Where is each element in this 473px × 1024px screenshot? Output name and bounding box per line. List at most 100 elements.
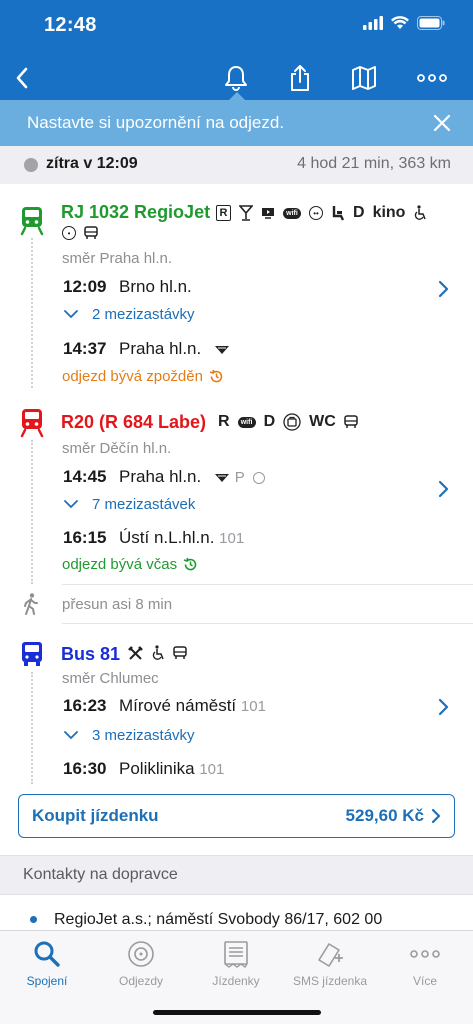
amenities (128, 645, 187, 661)
more-icon (410, 950, 440, 958)
signal-icon (363, 16, 383, 30)
history-icon (183, 557, 197, 571)
tab-label: Více (412, 974, 437, 988)
home-indicator (153, 1010, 321, 1015)
chevron-right-icon[interactable] (437, 698, 449, 716)
luggage-icon (283, 413, 301, 431)
direction: směr Chlumec (62, 670, 159, 687)
arrival-station: Poliklinika (119, 759, 195, 778)
departure-time: 12:09 (63, 277, 107, 296)
tab-spojeni[interactable]: Spojení (0, 931, 94, 1001)
power-icon (253, 471, 266, 484)
tab-sms-jizdenka[interactable]: SMS jízdenka (283, 931, 377, 1001)
contacts-header: Kontakty na dopravce (0, 855, 473, 895)
departures-icon (128, 941, 154, 967)
trip-start: zítra v 12:09 (46, 155, 138, 172)
leg-title: Bus 81 (61, 644, 121, 664)
map-button[interactable] (348, 62, 380, 94)
history-icon (209, 369, 223, 383)
departure-stop: 14:45 Praha hl.n. P (63, 467, 266, 487)
arrival-platform: 101 (199, 761, 225, 778)
direction: směr Děčín hl.n. (62, 440, 172, 457)
amenities: R wifi D WC (218, 413, 358, 431)
leg-r20[interactable]: R20 (R 684 Labe) R wifi D WC směr Děčín … (0, 398, 473, 584)
walking-icon (24, 593, 38, 615)
back-button[interactable] (6, 62, 38, 94)
ticket-price: 529,60 Kč (345, 806, 424, 825)
buy-label: Koupit jízdenku (32, 806, 159, 825)
train-icon (20, 409, 44, 438)
close-icon[interactable] (431, 112, 453, 134)
map-icon (352, 66, 376, 90)
tools-icon (128, 645, 143, 660)
status-icons (363, 16, 445, 30)
wheelchair-seat-icon (332, 206, 345, 221)
wifi-icon: wifi (237, 416, 256, 428)
more-button[interactable] (416, 62, 448, 94)
arrival-time: 16:15 (63, 528, 107, 547)
route-line (31, 672, 33, 784)
contacts-title: Kontakty na dopravce (23, 866, 178, 883)
sms-ticket-icon (318, 943, 343, 967)
delay-info: odjezd bývá zpožděn (62, 368, 224, 385)
snack-icon: •• (309, 206, 323, 220)
intermediate-count: 7 mezizastávek (92, 496, 196, 513)
tab-odjezdy[interactable]: Odjezdy (94, 931, 188, 1001)
wheelchair-icon (152, 645, 164, 660)
video-icon (262, 208, 274, 219)
arrival-time: 14:37 (63, 339, 107, 358)
battery-icon (417, 16, 445, 30)
bell-icon (225, 66, 247, 91)
route-line (31, 440, 33, 584)
departure-platform: 101 (240, 698, 266, 715)
back-chevron-icon (16, 67, 28, 89)
delay-text: odjezd bývá včas (62, 556, 178, 573)
tab-jizdenky[interactable]: Jízdenky (189, 931, 283, 1001)
status-time: 12:48 (44, 14, 97, 36)
arrival-stop: 14:37 Praha hl.n. (63, 339, 230, 359)
more-icon (417, 74, 447, 82)
status-dot (24, 158, 38, 172)
chevron-down-icon (64, 500, 78, 509)
tab-vice[interactable]: Více (378, 931, 472, 1001)
notification-button[interactable] (220, 62, 252, 94)
walk-transfer: přesun asi 8 min (0, 585, 473, 623)
share-button[interactable] (284, 62, 316, 94)
intermediate-stops-toggle[interactable]: 2 mezizastávky (64, 306, 195, 323)
share-icon (291, 65, 309, 91)
intermediate-count: 3 mezizastávky (92, 727, 195, 744)
arrival-platform: 101 (219, 530, 245, 547)
chevron-down-icon (64, 310, 78, 319)
bus-connection-icon (173, 646, 187, 659)
notification-banner[interactable]: Nastavte si upozornění na odjezd. (0, 100, 473, 146)
leg-bus[interactable]: Bus 81 směr Chlumec 16:23 Mírové náměstí … (0, 624, 473, 784)
bus-connection-icon (84, 226, 98, 239)
bullet (30, 916, 37, 923)
chevron-right-icon[interactable] (437, 280, 449, 298)
leg-title: R20 (R 684 Labe) (61, 412, 207, 432)
chevron-right-icon[interactable] (437, 480, 449, 498)
trip-summary: zítra v 12:09 4 hod 21 min, 363 km (0, 146, 473, 184)
departure-stop: 16:23 Mírové náměstí 101 (63, 696, 266, 716)
nav-bar (0, 56, 473, 101)
departure-time: 16:23 (63, 696, 107, 715)
contact-text: RegioJet a.s.; náměstí Svobody 86/17, 60… (54, 911, 383, 928)
d-badge: D (263, 413, 276, 430)
trip-duration: 4 hod 21 min, 363 km (297, 155, 451, 172)
buy-ticket-button[interactable]: Koupit jízdenku 529,60 Kč (18, 794, 455, 838)
chevron-right-icon (431, 808, 441, 824)
delay-info: odjezd bývá včas (62, 556, 198, 573)
leg-regiojet[interactable]: RJ 1032 RegioJet R wifi •• D kino • směr… (0, 184, 473, 398)
amenities: R wifi •• D kino (216, 204, 427, 222)
departure-station: Mírové náměstí (119, 696, 237, 715)
intermediate-stops-toggle[interactable]: 3 mezizastávky (64, 727, 195, 744)
arrival-station: Praha hl.n. (119, 339, 202, 358)
bar-icon (214, 345, 229, 354)
arrival-time: 16:30 (63, 759, 107, 778)
parking-badge: P (234, 469, 245, 486)
departure-station: Praha hl.n. (119, 467, 202, 486)
intermediate-stops-toggle[interactable]: 7 mezizastávek (64, 496, 195, 513)
delay-text: odjezd bývá zpožděn (62, 368, 203, 385)
direction: směr Praha hl.n. (62, 250, 173, 267)
intermediate-count: 2 mezizastávky (92, 306, 195, 323)
